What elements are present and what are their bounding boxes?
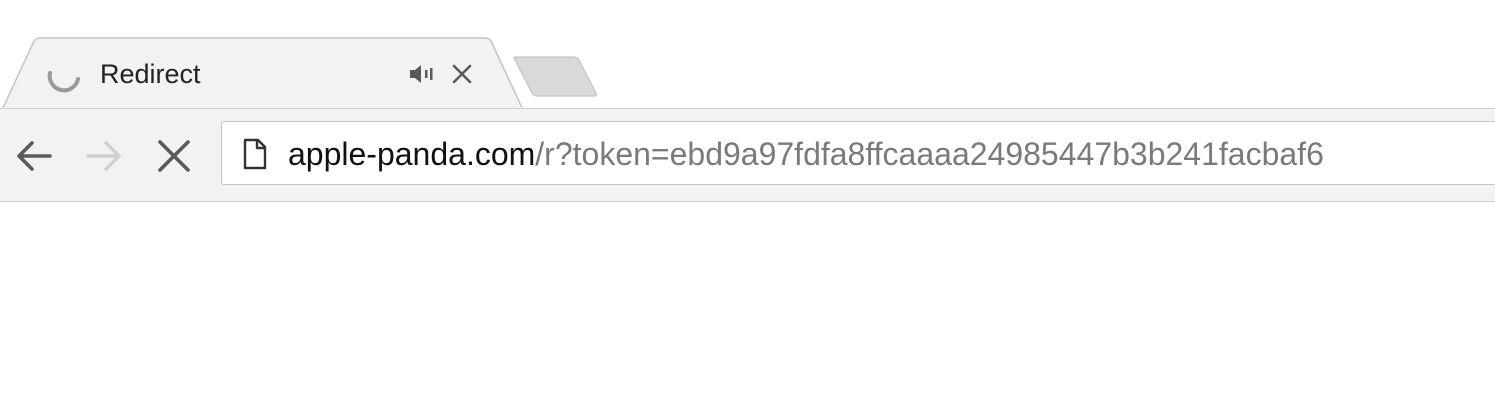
stop-icon[interactable]	[152, 134, 196, 178]
url-host: apple-panda.com	[288, 136, 536, 172]
new-tab-icon[interactable]	[510, 55, 600, 97]
arrow-right-icon[interactable]	[82, 134, 126, 178]
arrow-left-icon[interactable]	[12, 134, 56, 178]
browser-window: Redirect apple-panda.com/r?token=ebd9a97…	[0, 0, 1495, 409]
close-icon[interactable]	[450, 62, 474, 86]
tab-strip: Redirect	[0, 0, 1495, 111]
page-content	[0, 202, 1495, 409]
speaker-icon[interactable]	[408, 62, 438, 86]
toolbar: apple-panda.com/r?token=ebd9a97fdfa8ffca…	[0, 108, 1495, 202]
loading-spinner-icon	[47, 71, 80, 93]
url-path: /r?token=ebd9a97fdfa8ffcaaaa24985447b3b2…	[535, 136, 1324, 172]
tab-title: Redirect	[100, 59, 201, 89]
url-text[interactable]: apple-panda.com/r?token=ebd9a97fdfa8ffca…	[288, 136, 1324, 172]
address-bar[interactable]: apple-panda.com/r?token=ebd9a97fdfa8ffca…	[221, 121, 1495, 185]
document-icon	[243, 138, 267, 170]
